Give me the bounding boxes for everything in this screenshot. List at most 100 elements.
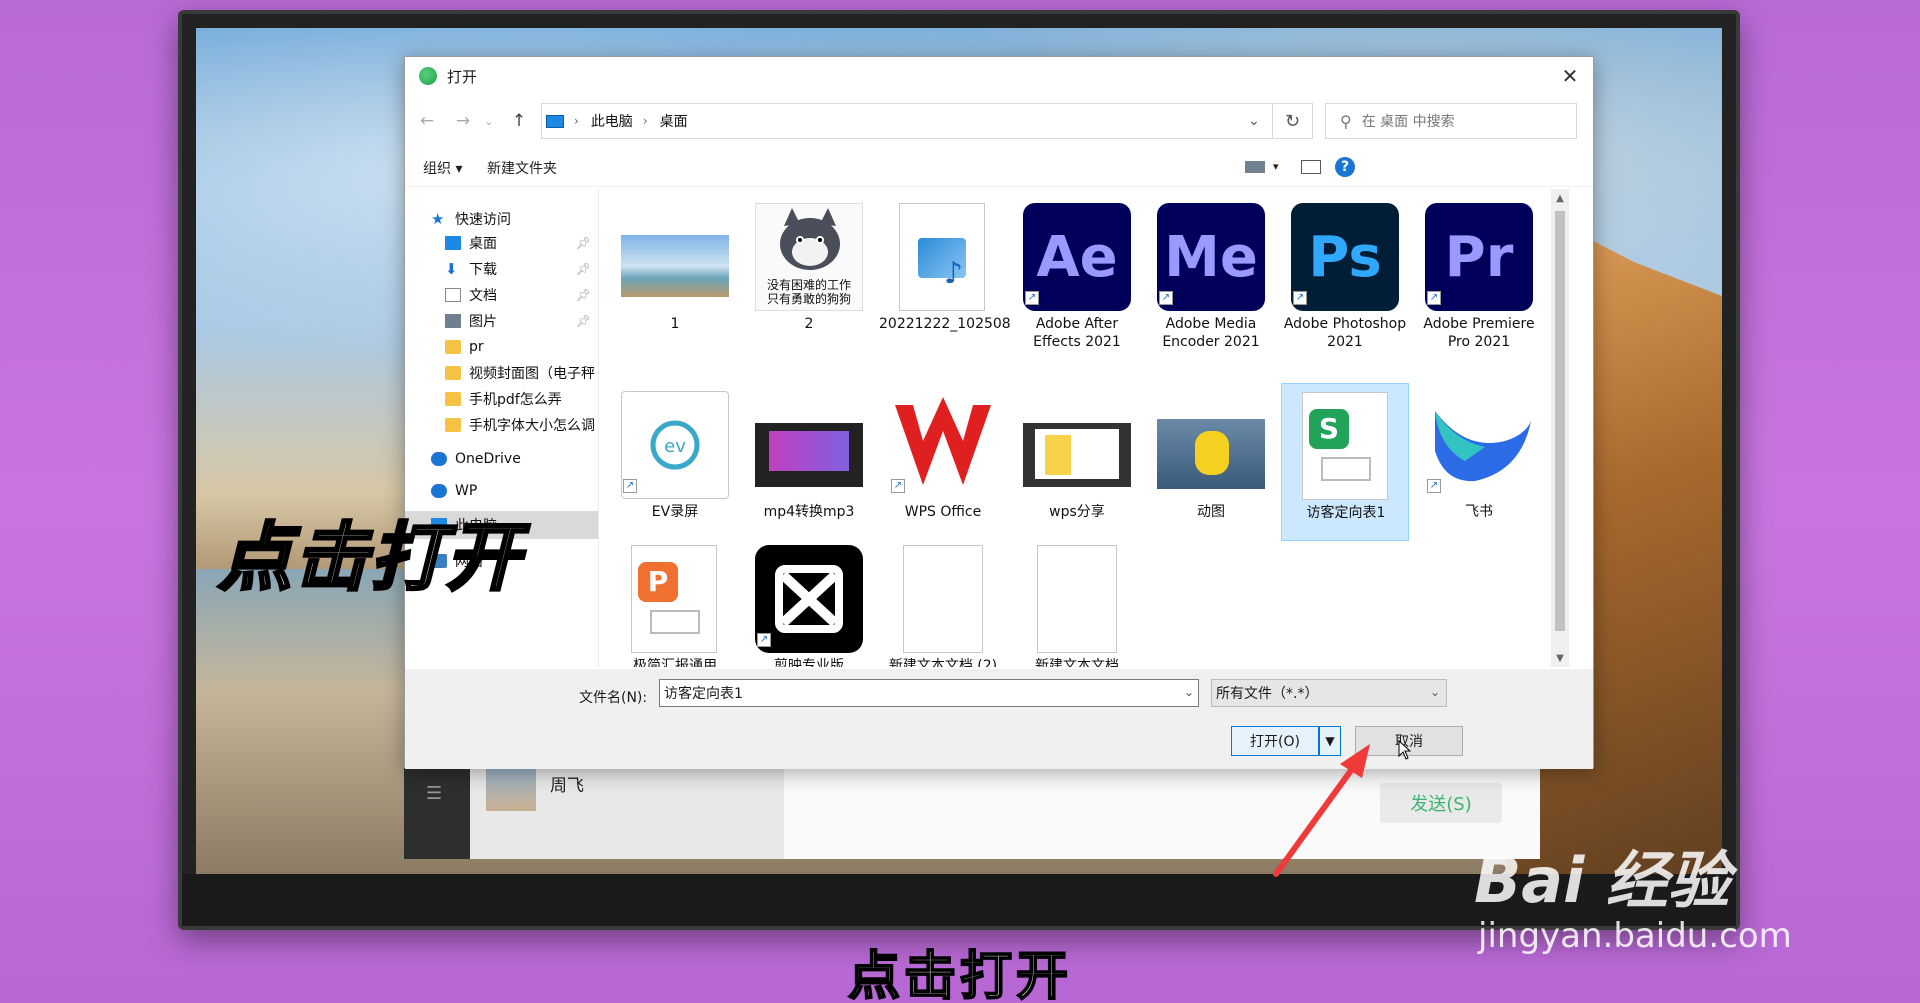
shortcut-arrow-icon: ↗ bbox=[1159, 291, 1173, 305]
back-arrow-icon[interactable]: ← bbox=[415, 107, 439, 135]
video-thumbnail bbox=[755, 423, 863, 487]
text-file-icon bbox=[1037, 545, 1117, 653]
premiere-icon: Pr bbox=[1425, 203, 1533, 311]
search-icon: ⚲ bbox=[1340, 111, 1352, 131]
file-item-capcut[interactable]: ↗ 剪映专业版 bbox=[745, 537, 873, 667]
forward-arrow-icon[interactable]: → bbox=[451, 107, 475, 135]
svg-text:ev: ev bbox=[664, 436, 686, 457]
dialog-titlebar: 打开 ✕ bbox=[405, 57, 1593, 95]
after-effects-icon: Ae bbox=[1023, 203, 1131, 311]
chevron-down-icon[interactable]: ⌄ bbox=[1236, 104, 1272, 138]
send-button[interactable]: 发送(S) bbox=[1380, 783, 1502, 823]
filetype-select[interactable]: 所有文件（*.*） ⌄ bbox=[1211, 679, 1447, 707]
download-icon: ⬇ bbox=[445, 260, 458, 278]
file-item-report[interactable]: P 极简汇报通用 bbox=[611, 537, 739, 667]
video-thumbnail bbox=[1023, 423, 1131, 487]
pin-icon: 📌︎ bbox=[575, 262, 591, 276]
media-encoder-icon: Me bbox=[1157, 203, 1265, 311]
refresh-icon[interactable]: ↻ bbox=[1273, 103, 1313, 139]
nav-folder-pr[interactable]: pr bbox=[405, 333, 598, 361]
nav-desktop[interactable]: 桌面 📌︎ bbox=[405, 229, 598, 257]
file-list: 1 没有困难的工作 只有勇敢的狗狗 2 ♪ 20221222_102508 Ae… bbox=[601, 189, 1569, 667]
up-arrow-icon[interactable]: ↑ bbox=[507, 107, 531, 135]
file-item-ev[interactable]: ev ↗ EV录屏 bbox=[611, 383, 739, 541]
pin-icon: 📌︎ bbox=[575, 236, 591, 250]
nav-documents[interactable]: 文档 📌︎ bbox=[405, 281, 598, 309]
file-item-1[interactable]: 1 bbox=[611, 195, 739, 353]
image-thumbnail bbox=[621, 235, 729, 297]
shortcut-arrow-icon: ↗ bbox=[757, 633, 771, 647]
file-item-2[interactable]: 没有困难的工作 只有勇敢的狗狗 2 bbox=[745, 195, 873, 353]
file-item-premiere[interactable]: Pr ↗ Adobe Premiere Pro 2021 bbox=[1415, 195, 1543, 353]
video-file-icon: ♪ bbox=[899, 203, 985, 311]
image-thumbnail: 没有困难的工作 只有勇敢的狗狗 bbox=[755, 203, 863, 311]
filename-input[interactable]: 访客定向表1 ⌄ bbox=[659, 679, 1199, 707]
help-icon[interactable]: ? bbox=[1335, 157, 1355, 177]
preview-pane-icon[interactable] bbox=[1301, 160, 1321, 174]
file-item-3[interactable]: ♪ 20221222_102508 bbox=[879, 195, 1011, 353]
text-file-icon bbox=[903, 545, 983, 653]
pin-icon: 📌︎ bbox=[575, 314, 591, 328]
scroll-thumb[interactable] bbox=[1555, 211, 1565, 631]
address-row: ← → ⌄ ↑ › 此电脑 › 桌面 ⌄ ↻ ⚲ 在 桌面 中搜索 bbox=[405, 101, 1593, 141]
spreadsheet-icon: S bbox=[1302, 392, 1388, 500]
nav-downloads[interactable]: ⬇ 下载 📌︎ bbox=[405, 255, 598, 283]
address-bar[interactable]: › 此电脑 › 桌面 ⌄ bbox=[541, 103, 1273, 139]
pin-icon: 📌︎ bbox=[575, 288, 591, 302]
baidu-logo: Bai 经验 bbox=[1474, 844, 1730, 917]
cloud-icon bbox=[431, 484, 447, 498]
chevron-down-icon[interactable]: ⌄ bbox=[1430, 685, 1440, 699]
menu-icon[interactable]: ☰ bbox=[426, 783, 448, 805]
nav-pictures[interactable]: 图片 📌︎ bbox=[405, 307, 598, 335]
wechat-app-icon bbox=[419, 67, 437, 85]
mouse-cursor-icon bbox=[1398, 740, 1412, 760]
file-item-wps-share[interactable]: wps分享 bbox=[1013, 383, 1141, 541]
file-item-photoshop[interactable]: Ps ↗ Adobe Photoshop 2021 bbox=[1281, 195, 1409, 353]
shortcut-arrow-icon: ↗ bbox=[891, 479, 905, 493]
ev-recorder-icon: ev bbox=[621, 391, 729, 499]
meme-caption: 没有困难的工作 只有勇敢的狗狗 bbox=[766, 278, 851, 306]
view-dropdown-icon[interactable]: ▾ bbox=[1273, 160, 1279, 173]
vertical-scrollbar[interactable]: ▲ ▼ bbox=[1551, 189, 1569, 667]
shortcut-arrow-icon: ↗ bbox=[1293, 291, 1307, 305]
nav-folder-video-cover[interactable]: 视频封面图（电子秤 bbox=[405, 359, 598, 387]
file-item-media-encoder[interactable]: Me ↗ Adobe Media Encoder 2021 bbox=[1147, 195, 1275, 353]
desktop-icon bbox=[445, 236, 461, 250]
recent-chevron-icon[interactable]: ⌄ bbox=[477, 107, 501, 135]
folder-icon bbox=[445, 340, 461, 354]
star-icon: ★ bbox=[431, 210, 445, 228]
file-item-text-2[interactable]: 新建文本文档 (2) bbox=[879, 537, 1007, 667]
search-input[interactable]: ⚲ 在 桌面 中搜索 bbox=[1325, 103, 1577, 139]
file-item-feishu[interactable]: ↗ 飞书 bbox=[1415, 383, 1543, 541]
file-item-text[interactable]: 新建文本文档 bbox=[1013, 537, 1141, 667]
shortcut-arrow-icon: ↗ bbox=[623, 479, 637, 493]
scroll-up-icon[interactable]: ▲ bbox=[1551, 189, 1569, 207]
contact-name: 周飞 bbox=[550, 776, 584, 796]
view-mode-icon[interactable] bbox=[1245, 161, 1265, 173]
file-item-wps[interactable]: ↗ WPS Office bbox=[879, 383, 1007, 541]
folder-icon bbox=[445, 366, 461, 380]
organize-menu[interactable]: 组织 ▾ bbox=[423, 158, 462, 178]
chevron-down-icon[interactable]: ⌄ bbox=[1184, 685, 1194, 699]
presentation-icon: P bbox=[631, 545, 717, 653]
scroll-down-icon[interactable]: ▼ bbox=[1551, 649, 1569, 667]
dialog-toolbar: 组织 ▾ 新建文件夹 ▾ ? bbox=[405, 147, 1593, 187]
folder-icon bbox=[445, 418, 461, 432]
file-item-mp4[interactable]: mp4转换mp3 bbox=[745, 383, 873, 541]
open-file-dialog: 打开 ✕ ← → ⌄ ↑ › 此电脑 › 桌面 ⌄ ↻ ⚲ 在 桌面 中搜索 组… bbox=[404, 56, 1594, 769]
instruction-overlay: 点击打开 bbox=[217, 514, 522, 603]
nav-folder-phone-font[interactable]: 手机字体大小怎么调 bbox=[405, 411, 598, 439]
capcut-icon bbox=[755, 545, 863, 653]
file-item-gif[interactable]: 动图 bbox=[1147, 383, 1275, 541]
watermark-url: jingyan.baidu.com bbox=[1478, 916, 1792, 956]
file-item-visitor-sheet[interactable]: S 访客定向表1 bbox=[1281, 383, 1409, 541]
document-icon bbox=[445, 288, 461, 302]
close-button[interactable]: ✕ bbox=[1547, 57, 1593, 95]
nav-folder-phone-pdf[interactable]: 手机pdf怎么弄 bbox=[405, 385, 598, 413]
new-folder-button[interactable]: 新建文件夹 bbox=[487, 158, 557, 178]
nav-onedrive[interactable]: OneDrive bbox=[405, 445, 598, 473]
file-item-after-effects[interactable]: Ae ↗ Adobe After Effects 2021 bbox=[1013, 195, 1141, 353]
breadcrumb-this-pc[interactable]: 此电脑 bbox=[591, 111, 633, 131]
feishu-icon bbox=[1425, 391, 1533, 499]
breadcrumb-desktop[interactable]: 桌面 bbox=[660, 111, 688, 131]
